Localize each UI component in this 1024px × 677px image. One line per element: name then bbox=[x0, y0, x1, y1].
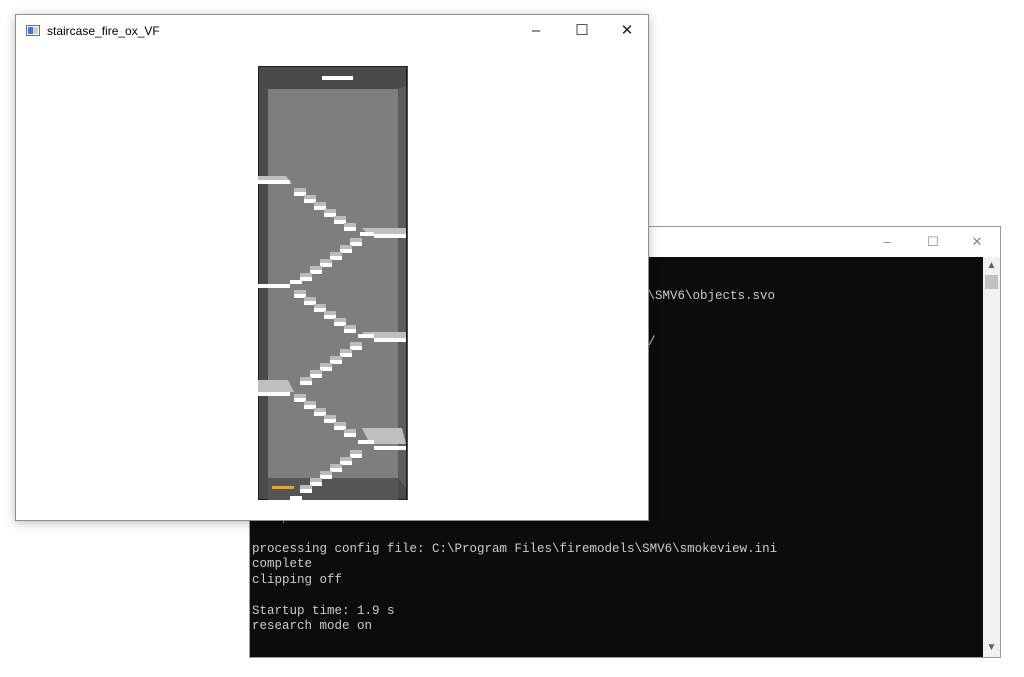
floor-vent bbox=[272, 486, 294, 489]
scroll-up-arrow-icon[interactable]: ▲ bbox=[983, 259, 1000, 273]
smokeview-titlebar[interactable]: staircase_fire_ox_VF – ☐ ✕ bbox=[16, 15, 648, 47]
console-line: Startup time: 1.9 s bbox=[252, 604, 395, 618]
scroll-down-arrow-icon[interactable]: ▼ bbox=[983, 641, 1000, 655]
scrollbar-thumb[interactable] bbox=[985, 275, 998, 289]
minimize-button[interactable]: – bbox=[513, 15, 559, 47]
console-line: s\SMV6\objects.svo bbox=[640, 289, 776, 303]
console-scrollbar[interactable]: ▲ ▼ bbox=[983, 257, 1000, 657]
close-button[interactable]: ✕ bbox=[604, 15, 650, 47]
console-line: research mode on bbox=[252, 619, 373, 633]
console-line: processing config file: C:\Program Files… bbox=[252, 542, 778, 556]
console-line: clipping off bbox=[252, 573, 343, 587]
ceiling-vent bbox=[322, 76, 353, 80]
smokeview-app-icon bbox=[26, 25, 40, 36]
console-minimize-button[interactable]: – bbox=[864, 227, 910, 257]
side-wall bbox=[398, 86, 406, 488]
console-maximize-button[interactable]: ☐ bbox=[910, 227, 956, 257]
staircase-scene[interactable] bbox=[258, 66, 408, 500]
maximize-button[interactable]: ☐ bbox=[559, 15, 605, 47]
console-line: / bbox=[648, 335, 656, 349]
smokeview-window: staircase_fire_ox_VF – ☐ ✕ bbox=[15, 14, 649, 521]
window-title: staircase_fire_ox_VF bbox=[47, 24, 160, 38]
console-line: complete bbox=[252, 557, 313, 571]
console-close-button[interactable]: ✕ bbox=[954, 227, 1000, 257]
